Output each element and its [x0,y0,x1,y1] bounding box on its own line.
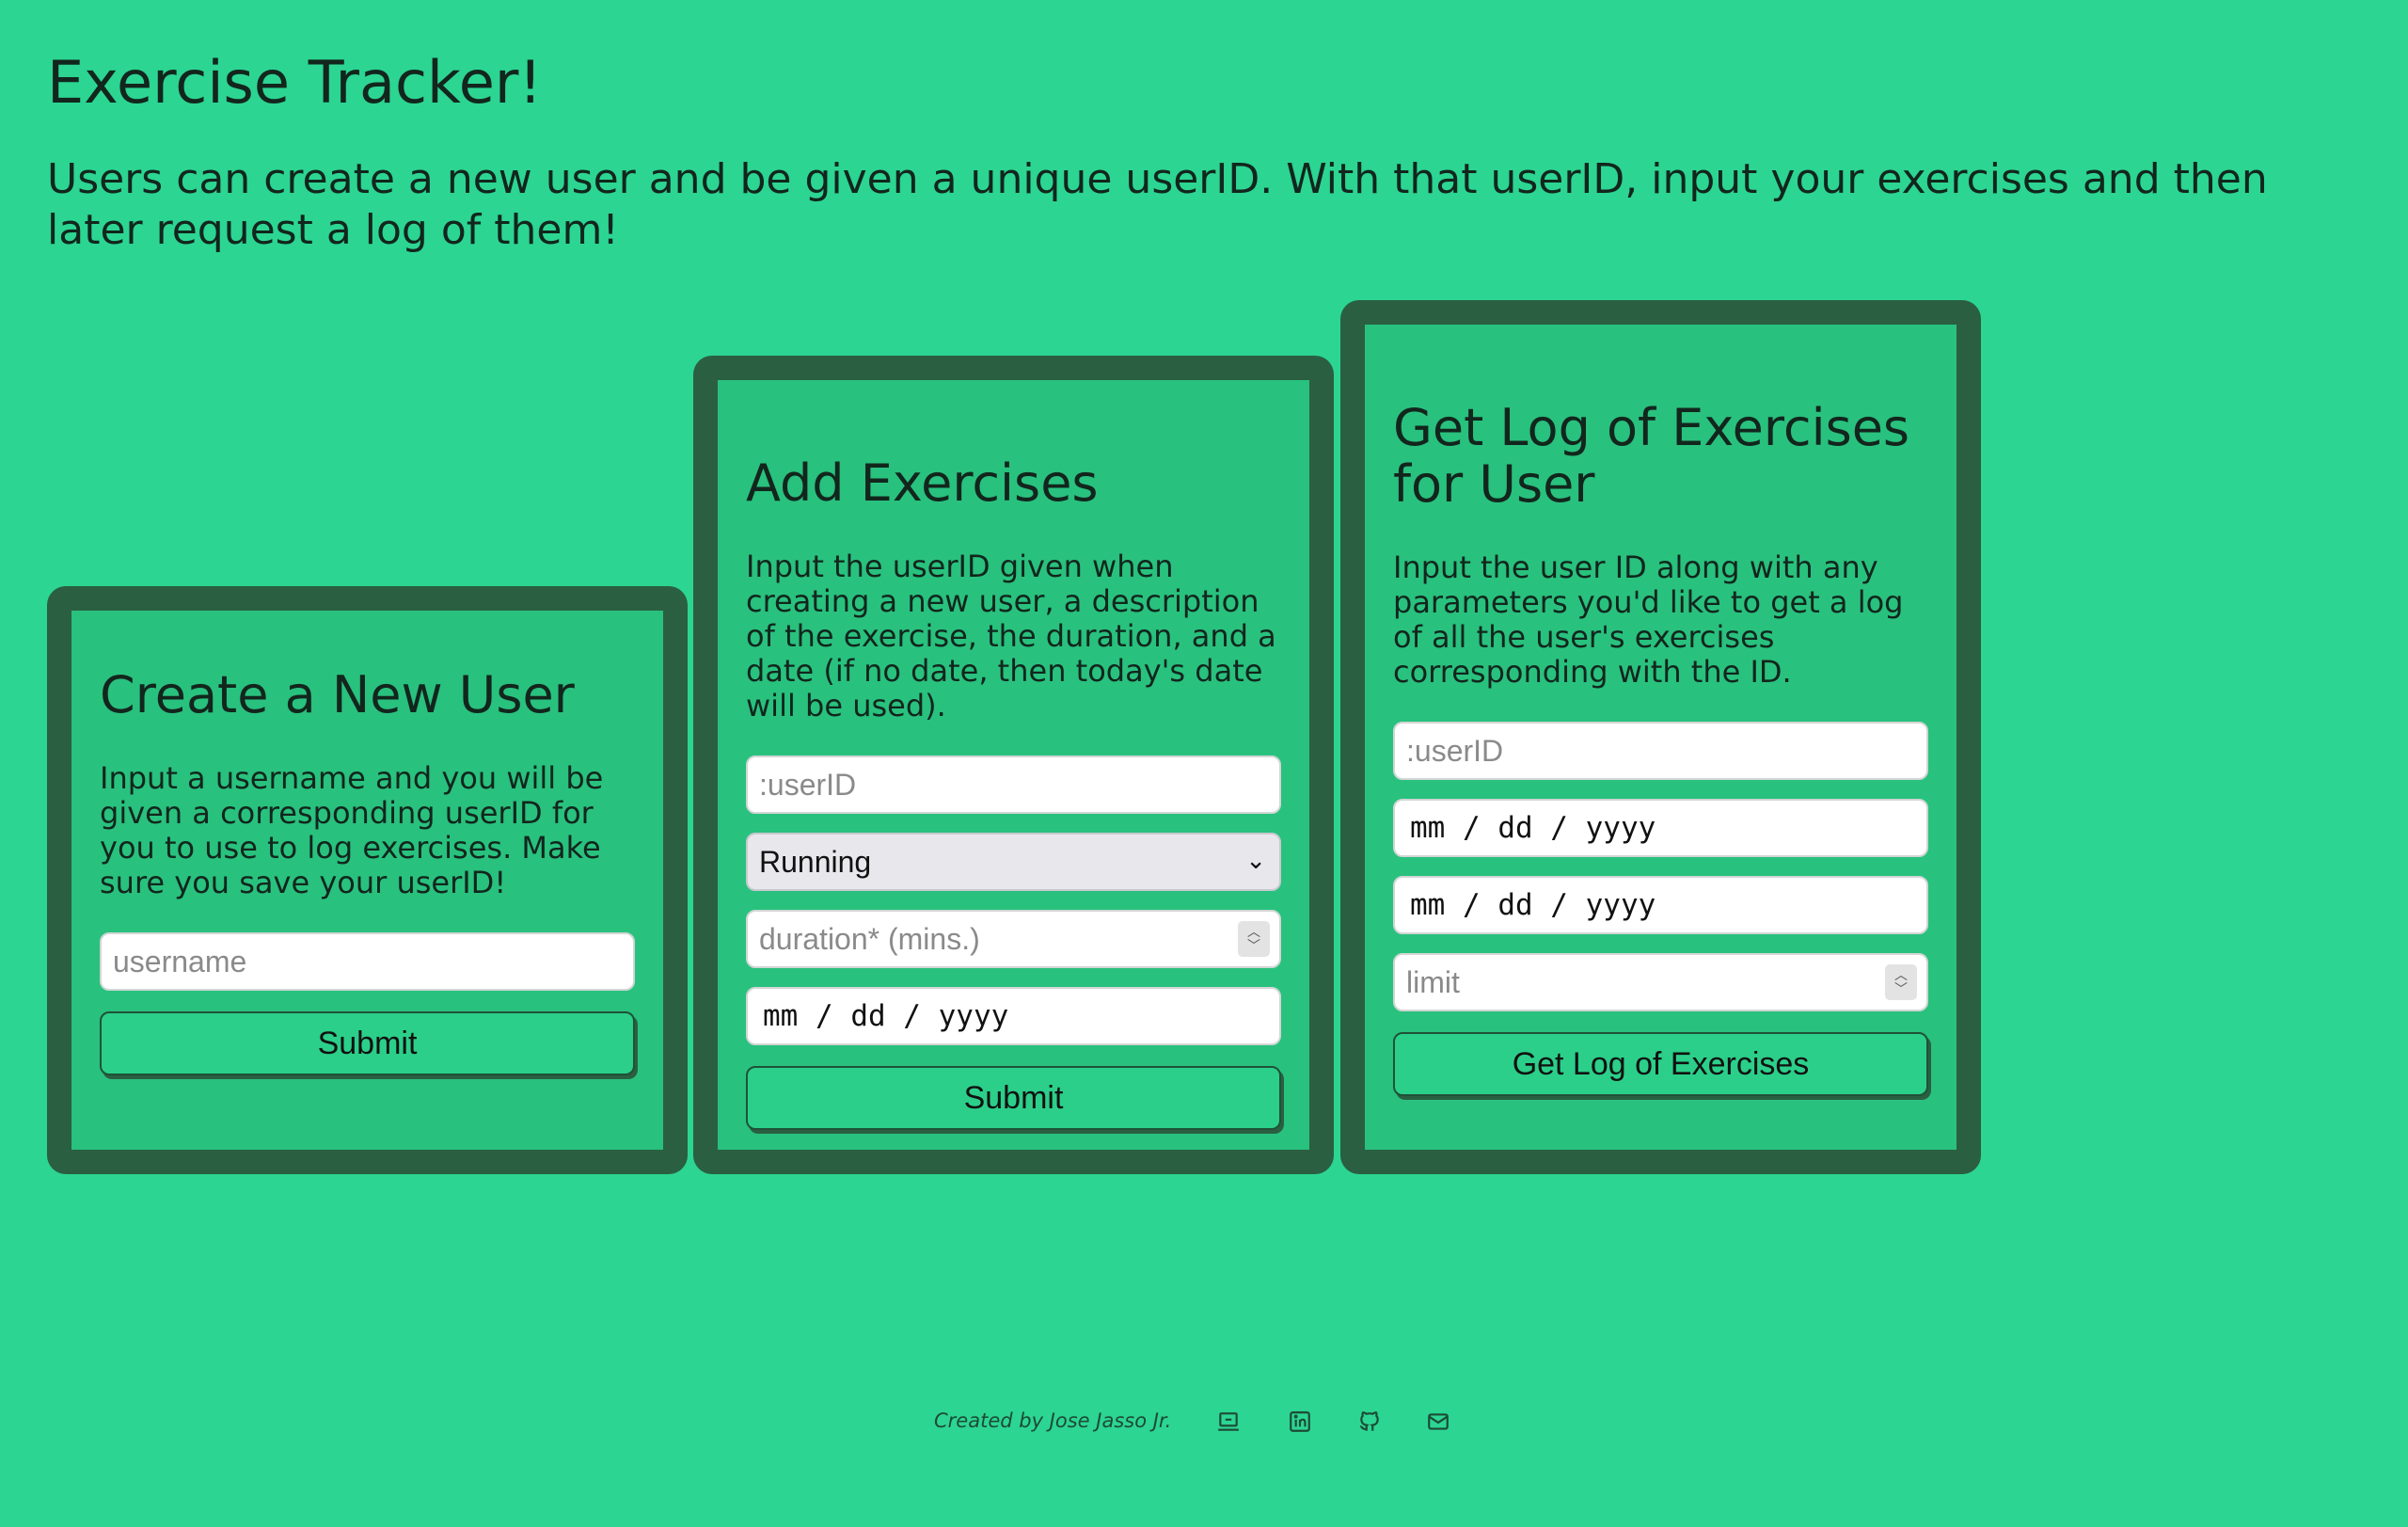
linkedin-icon[interactable] [1288,1409,1312,1434]
create-user-description: Input a username and you will be given a… [100,760,604,900]
add-exercise-submit-button[interactable]: Submit [746,1066,1281,1130]
from-date-input[interactable]: mm / dd / yyyy [1393,799,1928,857]
number-spinner-icon[interactable]: ︿ ﹀ [1885,964,1917,1000]
limit-placeholder: limit [1406,964,1460,999]
chevron-down-icon: ⌄ [1245,845,1266,874]
username-input[interactable]: username [100,932,635,991]
exercise-userid-placeholder: :userID [759,767,857,802]
add-exercises-heading: Add Exercises [746,453,1099,513]
get-log-description: Input the user ID along with any paramet… [1393,549,1904,690]
add-exercises-card: Add Exercises Input the userID given whe… [693,356,1334,1174]
username-placeholder: username [113,944,247,978]
create-user-submit-button[interactable]: Submit [100,1011,635,1075]
exercise-date-value: mm / dd / yyyy [763,999,1009,1033]
exercise-select-value: Running [759,844,872,879]
create-user-heading: Create a New User [100,665,575,724]
exercise-userid-input[interactable]: :userID [746,756,1281,814]
get-log-heading: Get Log of Exercises for User [1393,398,1910,514]
exercise-date-input[interactable]: mm / dd / yyyy [746,987,1281,1045]
limit-input[interactable]: limit ︿ ﹀ [1393,953,1928,1011]
to-date-input[interactable]: mm / dd / yyyy [1393,876,1928,934]
add-exercises-description: Input the userID given when creating a n… [746,549,1276,724]
log-userid-input[interactable]: :userID [1393,722,1928,780]
from-date-value: mm / dd / yyyy [1410,811,1656,845]
create-user-card: Create a New User Input a username and y… [47,586,688,1174]
duration-placeholder: duration* (mins.) [759,921,980,956]
page-title: Exercise Tracker! [47,48,543,117]
exercise-description-select[interactable]: Running ⌄ [746,833,1281,891]
footer-credit: Created by Jose Jasso Jr. [934,1409,1172,1432]
get-log-card: Get Log of Exercises for User Input the … [1340,300,1981,1174]
intro-text: Users can create a new user and be given… [47,155,2268,254]
portfolio-icon[interactable] [1216,1409,1241,1434]
github-icon[interactable] [1357,1409,1382,1434]
duration-input[interactable]: duration* (mins.) ︿ ﹀ [746,910,1281,968]
to-date-value: mm / dd / yyyy [1410,888,1656,922]
log-userid-placeholder: :userID [1406,733,1504,768]
get-log-button[interactable]: Get Log of Exercises [1393,1032,1928,1096]
footer: Created by Jose Jasso Jr. [0,1406,2408,1440]
email-icon[interactable] [1426,1409,1450,1434]
number-spinner-icon[interactable]: ︿ ﹀ [1238,921,1270,957]
